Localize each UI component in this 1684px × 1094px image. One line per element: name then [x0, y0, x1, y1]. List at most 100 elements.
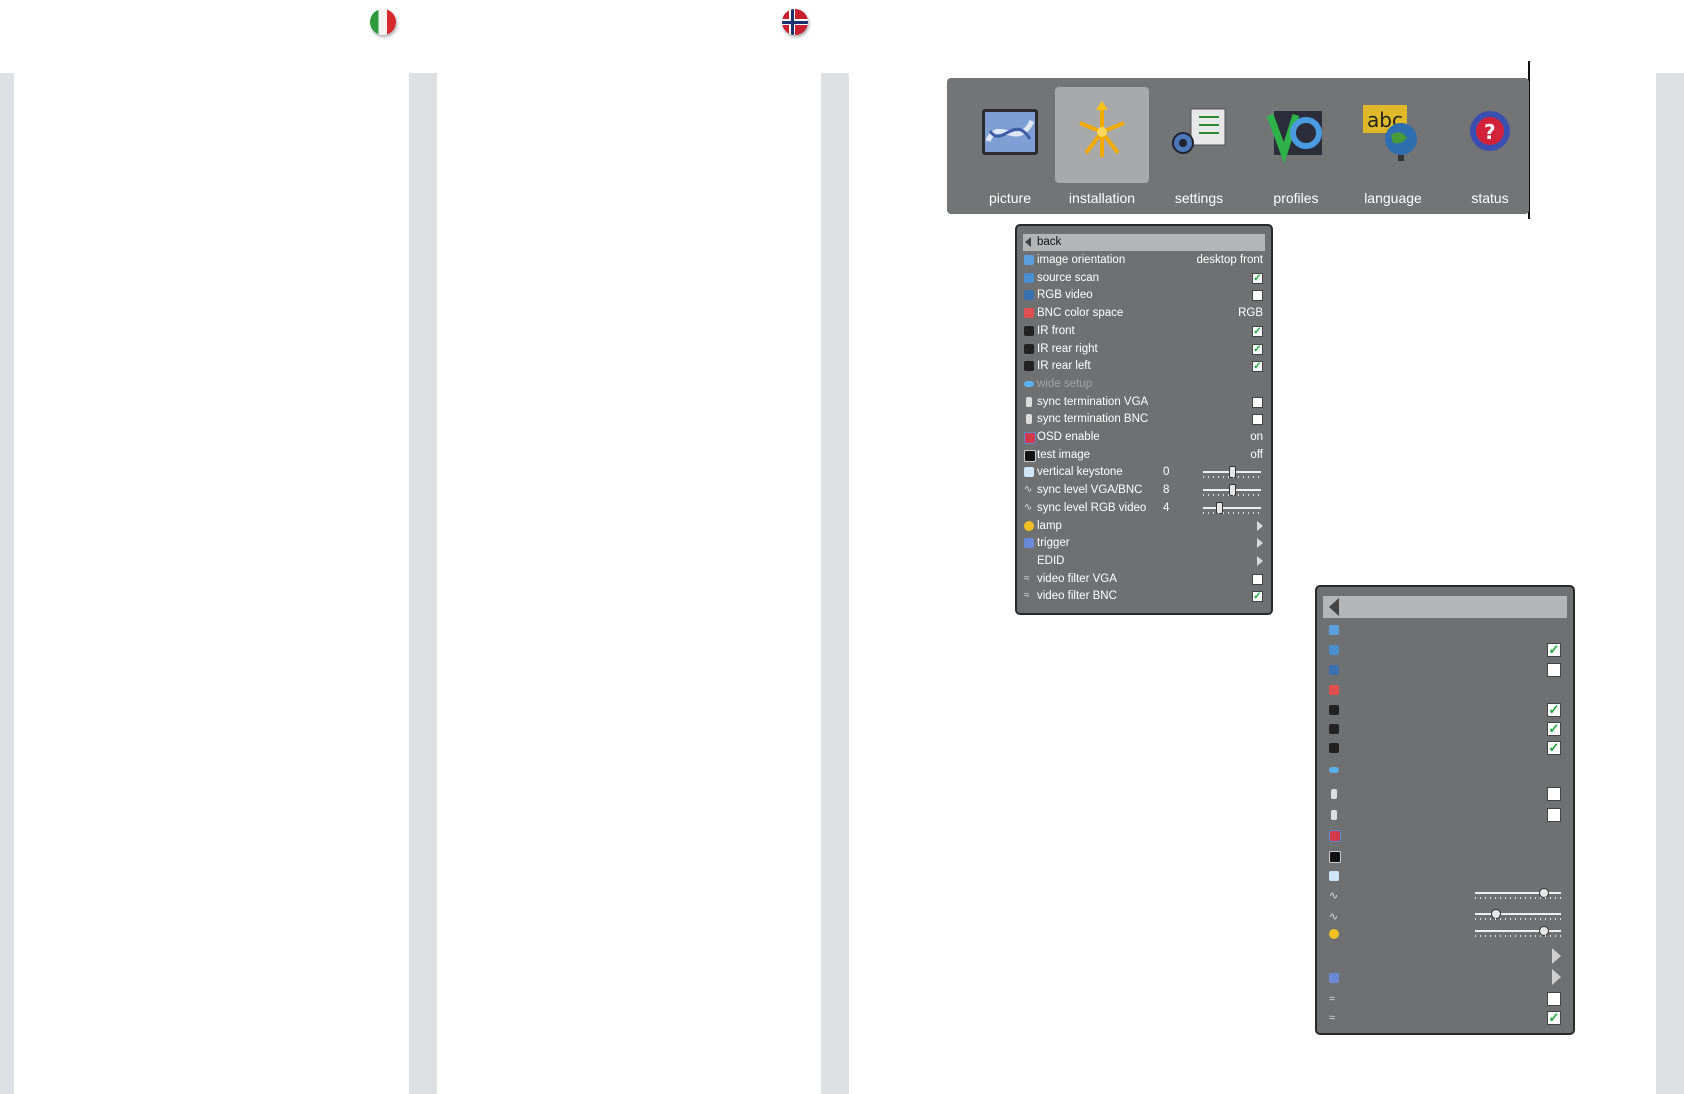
checkbox[interactable]: [1547, 787, 1561, 801]
menu-item-profiles[interactable]: profiles: [1249, 87, 1343, 211]
menu-item-status[interactable]: ? status: [1443, 87, 1537, 211]
menu-row-18[interactable]: [1323, 968, 1567, 987]
menu-row-ir-rear-right[interactable]: IR rear right ✓: [1023, 341, 1265, 358]
slider-knob[interactable]: [1539, 888, 1549, 898]
menu-row-19[interactable]: ≈: [1323, 989, 1567, 1008]
menu-row-test-image[interactable]: test image off: [1023, 447, 1265, 464]
slider[interactable]: [1475, 909, 1561, 920]
menu-item-settings[interactable]: settings: [1152, 87, 1246, 211]
menu-row-16[interactable]: [1323, 924, 1567, 943]
menu-row-1[interactable]: [1323, 620, 1567, 639]
color-space-icon: [1329, 685, 1339, 695]
menu-row-10[interactable]: [1323, 805, 1567, 824]
menu-row-sync-level-rgb-video[interactable]: ∿ sync level RGB video 4: [1023, 500, 1265, 517]
slider-knob[interactable]: [1491, 909, 1501, 919]
menu-row-sync-level-vga-bnc[interactable]: ∿ sync level VGA/BNC 8: [1023, 482, 1265, 499]
submenu-arrow-icon: [1552, 948, 1561, 964]
ir-sensor-icon: [1329, 724, 1339, 734]
menu-row-14[interactable]: ∿: [1323, 886, 1567, 905]
checkbox[interactable]: ✓: [1547, 1011, 1561, 1025]
color-space-icon: [1024, 308, 1034, 319]
menu-row-12[interactable]: [1323, 846, 1567, 865]
menu-row-sync-termination-bnc[interactable]: sync termination BNC: [1023, 411, 1265, 428]
menu-row-17[interactable]: [1323, 947, 1567, 966]
menu-row-5[interactable]: ✓: [1323, 700, 1567, 719]
row-value: desktop front: [1196, 254, 1263, 266]
menu-row-edid[interactable]: EDID: [1023, 553, 1265, 570]
column-band-2: [409, 73, 437, 1094]
menu-row-2[interactable]: ✓: [1323, 640, 1567, 659]
menu-row-vertical-keystone[interactable]: vertical keystone 0: [1023, 464, 1265, 481]
row-label: sync level RGB video: [1037, 501, 1147, 514]
checkbox[interactable]: ✓: [1547, 703, 1561, 717]
menu-row-sync-termination-vga[interactable]: sync termination VGA: [1023, 394, 1265, 411]
slider-knob[interactable]: [1229, 484, 1236, 497]
checkbox[interactable]: ✓: [1547, 722, 1561, 736]
connector-icon: [1026, 396, 1032, 407]
sync-level-slider[interactable]: [1203, 484, 1261, 497]
menu-row-20[interactable]: ≈ ✓: [1323, 1008, 1567, 1027]
checkbox[interactable]: ✓: [1252, 325, 1263, 337]
checkbox[interactable]: [1252, 414, 1263, 426]
checkbox[interactable]: ✓: [1547, 643, 1561, 657]
keystone-slider[interactable]: [1203, 466, 1261, 479]
lamp-icon: [1024, 520, 1034, 531]
menu-row-11[interactable]: [1323, 825, 1567, 844]
back-label: back: [1037, 236, 1062, 248]
menu-item-picture[interactable]: picture: [963, 87, 1057, 211]
submenu-arrow-icon: [1552, 969, 1561, 985]
checkbox[interactable]: [1547, 663, 1561, 677]
menu-row-image-orientation[interactable]: image orientation desktop front: [1023, 252, 1265, 269]
menu-row-4[interactable]: [1323, 680, 1567, 699]
slider-knob[interactable]: [1539, 926, 1549, 936]
checkbox[interactable]: [1252, 290, 1263, 302]
checkbox[interactable]: ✓: [1252, 343, 1263, 355]
menu-row-source-scan[interactable]: source scan ✓: [1023, 270, 1265, 287]
source-scan-icon: [1024, 272, 1034, 283]
rgb-video-icon: [1329, 665, 1339, 675]
slider[interactable]: [1475, 926, 1561, 937]
checkbox[interactable]: ✓: [1547, 741, 1561, 755]
keystone-icon: [1024, 467, 1034, 478]
ir-sensor-icon: [1329, 743, 1339, 753]
connector-icon: [1331, 810, 1337, 820]
row-label: lamp: [1037, 519, 1062, 532]
checkbox[interactable]: [1547, 992, 1561, 1006]
menu-row-8: [1323, 761, 1567, 780]
ir-sensor-icon: [1024, 361, 1034, 372]
menu-row-bnc-color-space[interactable]: BNC color space RGB: [1023, 305, 1265, 322]
row-label: sync level VGA/BNC: [1037, 484, 1143, 497]
picture-icon: [982, 109, 1038, 155]
menu-row-lamp[interactable]: lamp: [1023, 518, 1265, 535]
menu-row-trigger[interactable]: trigger: [1023, 535, 1265, 552]
checkbox[interactable]: [1547, 808, 1561, 822]
checkbox[interactable]: ✓: [1252, 272, 1263, 284]
back-row[interactable]: [1323, 596, 1567, 618]
menu-row-ir-front[interactable]: IR front ✓: [1023, 323, 1265, 340]
slider[interactable]: [1475, 888, 1561, 899]
slider-knob[interactable]: [1229, 466, 1236, 479]
menu-row-3[interactable]: [1323, 660, 1567, 679]
row-label: vertical keystone: [1037, 466, 1123, 479]
menu-row-7[interactable]: ✓: [1323, 738, 1567, 757]
row-label: wide setup: [1037, 377, 1092, 390]
menu-row-rgb-video[interactable]: RGB video: [1023, 287, 1265, 304]
checkbox[interactable]: [1252, 573, 1263, 585]
back-row[interactable]: back: [1023, 234, 1265, 251]
checkbox[interactable]: [1252, 396, 1263, 408]
menu-row-video-filter-vga[interactable]: ≈ video filter VGA: [1023, 571, 1265, 588]
menu-item-installation[interactable]: installation: [1055, 87, 1149, 206]
lamp-icon: [1329, 929, 1339, 939]
menu-row-6[interactable]: ✓: [1323, 719, 1567, 738]
checkbox[interactable]: ✓: [1252, 361, 1263, 373]
menu-row-ir-rear-left[interactable]: IR rear left ✓: [1023, 358, 1265, 375]
sync-level-slider[interactable]: [1203, 501, 1261, 514]
menu-item-language[interactable]: abc language: [1346, 87, 1440, 211]
svg-text:?: ?: [1484, 120, 1496, 144]
slider-knob[interactable]: [1216, 501, 1223, 514]
menu-row-13[interactable]: [1323, 866, 1567, 885]
menu-row-video-filter-bnc[interactable]: ≈ video filter BNC ✓: [1023, 588, 1265, 605]
menu-row-osd-enable[interactable]: OSD enable on: [1023, 429, 1265, 446]
menu-row-9[interactable]: [1323, 784, 1567, 803]
checkbox[interactable]: ✓: [1252, 591, 1263, 603]
